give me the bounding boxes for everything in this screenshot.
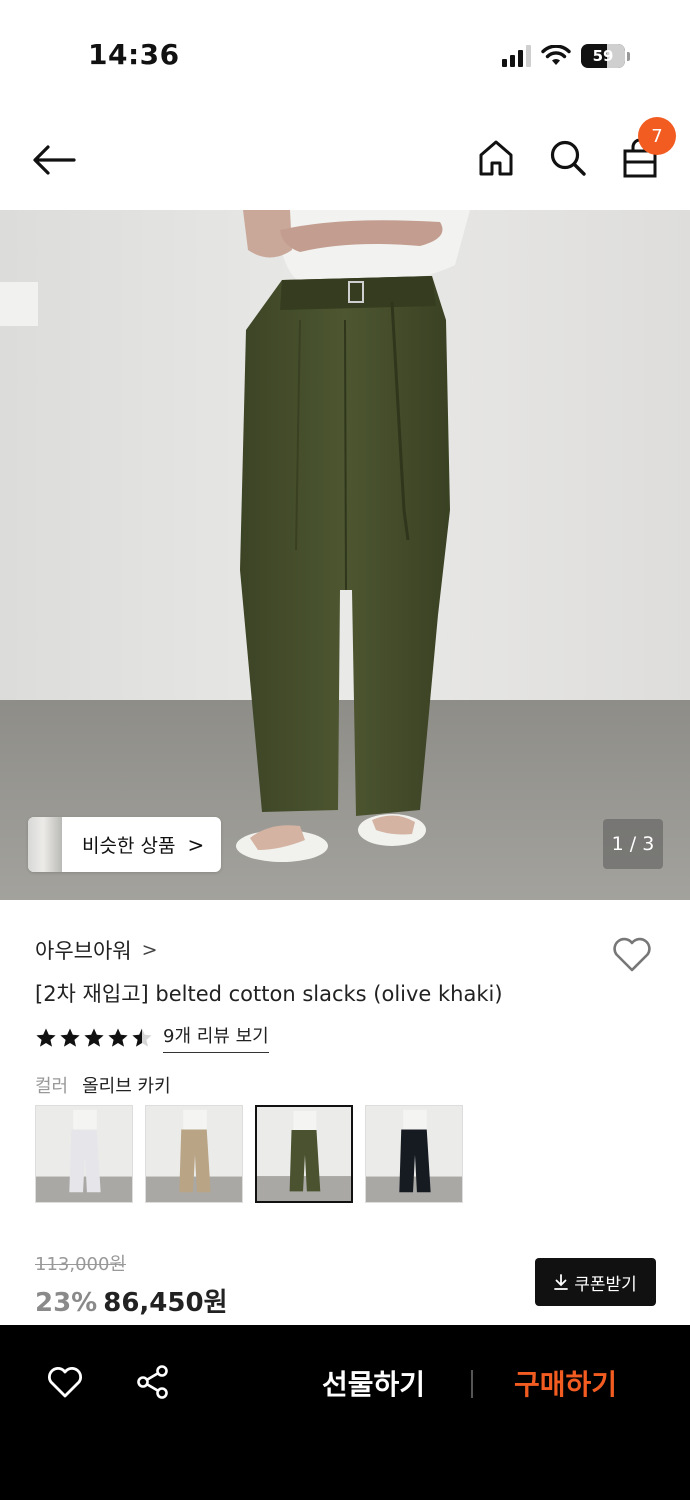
color-value: 올리브 카키 bbox=[82, 1076, 171, 1097]
top-nav bbox=[0, 110, 690, 210]
swatch-thumbnail bbox=[366, 1106, 462, 1202]
back-button[interactable] bbox=[30, 138, 78, 182]
product-photo bbox=[0, 210, 690, 900]
color-swatch[interactable] bbox=[35, 1105, 133, 1203]
coupon-button[interactable]: 쿠폰받기 bbox=[535, 1258, 656, 1306]
review-link[interactable]: 9개 리뷰 보기 bbox=[163, 1022, 269, 1053]
signal-icon bbox=[502, 45, 531, 67]
coupon-label: 쿠폰받기 bbox=[574, 1274, 637, 1295]
battery-icon: 59 bbox=[581, 44, 625, 68]
status-time: 14:36 bbox=[88, 38, 180, 71]
star-icon bbox=[84, 1028, 104, 1047]
wishlist-button[interactable] bbox=[610, 932, 654, 976]
star-icon bbox=[108, 1028, 128, 1047]
swatch-thumbnail bbox=[257, 1107, 351, 1201]
swatch-thumbnail bbox=[36, 1106, 132, 1202]
battery-level: 59 bbox=[592, 47, 614, 65]
wifi-icon bbox=[541, 45, 571, 65]
heart-icon bbox=[613, 937, 651, 972]
discount-rate: 23% bbox=[35, 1288, 98, 1318]
status-icons: 59 bbox=[502, 42, 630, 70]
chevron-right-icon: > bbox=[187, 832, 205, 857]
status-bar: 14:36 59 bbox=[0, 0, 690, 110]
gift-button[interactable]: 선물하기 bbox=[322, 1363, 425, 1403]
brand-link[interactable]: 아우브아워 > bbox=[35, 935, 158, 965]
price-row: 23% 86,450원 bbox=[35, 1282, 228, 1319]
bottom-action-bar: 선물하기 구매하기 bbox=[0, 1325, 690, 1500]
color-swatch[interactable] bbox=[255, 1105, 353, 1203]
image-page-indicator: 1 / 3 bbox=[603, 819, 663, 869]
original-price: 113,000원 bbox=[35, 1254, 126, 1275]
share-button[interactable] bbox=[132, 1361, 174, 1403]
color-row: 컬러 올리브 카키 bbox=[35, 1072, 171, 1098]
rating-row: 9개 리뷰 보기 bbox=[35, 1022, 269, 1053]
heart-icon bbox=[48, 1367, 82, 1398]
back-arrow-icon bbox=[33, 145, 76, 175]
star-icon bbox=[60, 1028, 80, 1047]
color-swatch[interactable] bbox=[145, 1105, 243, 1203]
brand-name: 아우브아워 bbox=[35, 939, 132, 963]
buy-button[interactable]: 구매하기 bbox=[514, 1363, 617, 1403]
similar-product-thumbnail bbox=[28, 817, 62, 872]
share-icon bbox=[137, 1365, 168, 1399]
similar-products-button[interactable]: 비슷한 상품 > bbox=[28, 817, 221, 872]
similar-products-label: 비슷한 상품 bbox=[82, 835, 176, 857]
color-swatches bbox=[35, 1105, 463, 1203]
divider bbox=[471, 1370, 473, 1398]
star-icon bbox=[132, 1028, 152, 1047]
sale-price: 86,450원 bbox=[103, 1288, 228, 1318]
download-icon bbox=[554, 1274, 569, 1290]
rating-stars bbox=[35, 1027, 153, 1049]
color-label: 컬러 bbox=[35, 1076, 69, 1097]
swatch-thumbnail bbox=[146, 1106, 242, 1202]
search-icon bbox=[550, 140, 586, 176]
product-title: [2차 재입고] belted cotton slacks (olive kha… bbox=[35, 982, 503, 1006]
bottom-wishlist-button[interactable] bbox=[44, 1361, 86, 1403]
color-swatch[interactable] bbox=[365, 1105, 463, 1203]
home-icon bbox=[479, 140, 513, 176]
search-button[interactable] bbox=[546, 136, 590, 180]
cart-count-badge: 7 bbox=[638, 117, 676, 155]
chevron-right-icon: > bbox=[141, 939, 158, 961]
star-icon bbox=[36, 1028, 56, 1047]
home-button[interactable] bbox=[474, 136, 518, 180]
product-image[interactable] bbox=[0, 210, 690, 900]
